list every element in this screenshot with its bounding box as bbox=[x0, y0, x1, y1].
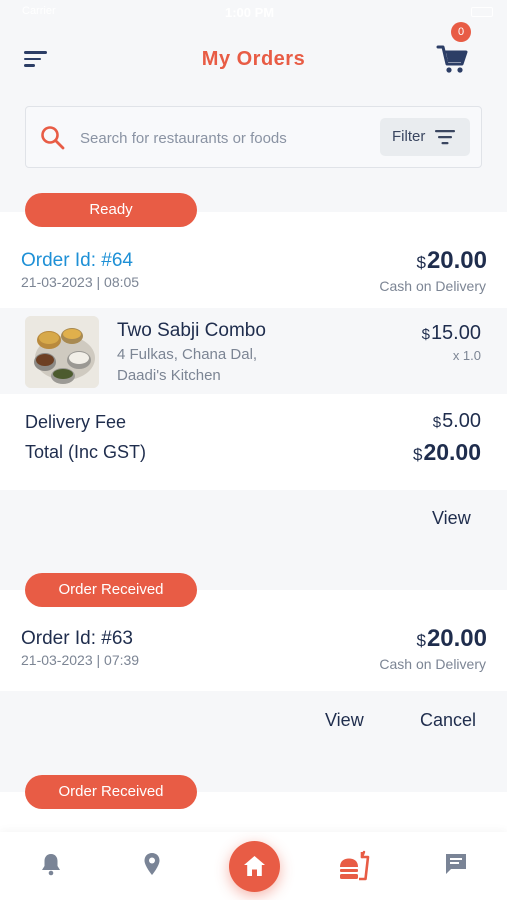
order-id-link[interactable]: Order Id: #63 bbox=[21, 628, 133, 650]
app-header: My Orders bbox=[0, 36, 507, 84]
item-price-value: 15.00 bbox=[430, 322, 481, 344]
total-label: Total (Inc GST) bbox=[25, 442, 147, 462]
tab-chat[interactable] bbox=[444, 852, 468, 881]
search-bar: Filter bbox=[25, 106, 482, 168]
food-image bbox=[25, 316, 99, 388]
cart-button[interactable] bbox=[436, 44, 474, 78]
view-order-button[interactable]: View bbox=[432, 508, 471, 529]
order-status-badge: Order Received bbox=[25, 775, 197, 809]
currency-symbol: $ bbox=[416, 631, 426, 650]
view-order-button[interactable]: View bbox=[325, 710, 364, 731]
grand-total-value: 20.00 bbox=[423, 439, 481, 465]
location-pin-icon bbox=[144, 853, 160, 875]
order-total-value: 20.00 bbox=[426, 247, 487, 274]
cart-count-badge: 0 bbox=[451, 22, 471, 42]
order-id-link[interactable]: Order Id: #64 bbox=[21, 250, 133, 272]
order-datetime: 21-03-2023 | 08:05 bbox=[21, 274, 140, 290]
chat-icon bbox=[446, 854, 466, 874]
home-icon bbox=[244, 856, 265, 876]
search-icon bbox=[41, 126, 65, 150]
page-title: My Orders bbox=[201, 48, 306, 70]
currency-symbol: $ bbox=[416, 253, 426, 272]
grand-total: $20.00 bbox=[413, 439, 481, 466]
status-bar: Carrier 1:00 PM bbox=[0, 0, 507, 24]
fastfood-icon bbox=[340, 850, 370, 881]
cancel-order-button[interactable]: Cancel bbox=[420, 710, 476, 731]
item-price: $15.00 bbox=[422, 322, 481, 345]
delivery-fee: $5.00 bbox=[433, 410, 481, 433]
item-description: 4 Fulkas, Chana Dal, Daadi's Kitchen bbox=[117, 344, 317, 386]
tab-home[interactable] bbox=[229, 841, 280, 892]
item-quantity: x 1.0 bbox=[452, 348, 481, 363]
currency-symbol: $ bbox=[421, 326, 430, 343]
filter-label: Filter bbox=[392, 128, 426, 145]
payment-method: Cash on Delivery bbox=[379, 278, 486, 294]
battery-icon bbox=[471, 7, 493, 17]
item-description-line: Daadi's Kitchen bbox=[117, 367, 221, 384]
tab-orders[interactable] bbox=[338, 850, 372, 887]
carrier-label: Carrier bbox=[22, 5, 56, 17]
order-card: Order Id: #64 21-03-2023 | 08:05 $20.00 … bbox=[0, 212, 507, 490]
filter-button[interactable]: Filter bbox=[380, 118, 470, 156]
search-input[interactable] bbox=[80, 125, 340, 151]
order-total: $20.00 bbox=[416, 625, 487, 653]
tab-location[interactable] bbox=[143, 852, 161, 881]
bell-icon bbox=[42, 854, 60, 876]
order-total-value: 20.00 bbox=[426, 625, 487, 652]
currency-symbol: $ bbox=[432, 414, 442, 431]
payment-method: Cash on Delivery bbox=[379, 656, 486, 672]
order-total: $20.00 bbox=[416, 247, 487, 275]
delivery-fee-value: 5.00 bbox=[442, 410, 481, 432]
status-time: 1:00 PM bbox=[225, 5, 275, 20]
currency-symbol: $ bbox=[412, 445, 423, 464]
order-datetime: 21-03-2023 | 07:39 bbox=[21, 652, 140, 668]
filter-icon bbox=[435, 130, 455, 145]
order-status-badge: Order Received bbox=[25, 573, 197, 607]
order-status-badge: Ready bbox=[25, 193, 197, 227]
delivery-fee-label: Delivery Fee bbox=[25, 412, 127, 432]
order-item-row: Two Sabji Combo 4 Fulkas, Chana Dal, Daa… bbox=[0, 308, 507, 394]
item-description-line: 4 Fulkas, Chana Dal, bbox=[117, 346, 258, 363]
item-name: Two Sabji Combo bbox=[117, 320, 266, 341]
tab-notifications[interactable] bbox=[40, 852, 62, 881]
cart-icon bbox=[436, 45, 468, 73]
